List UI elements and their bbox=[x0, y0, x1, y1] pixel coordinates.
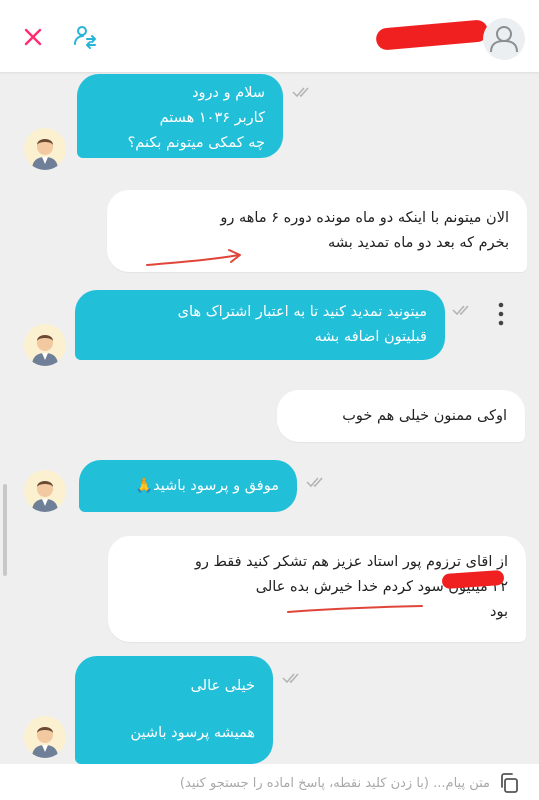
user-transfer-icon[interactable] bbox=[72, 24, 98, 50]
scrollbar[interactable] bbox=[3, 484, 7, 576]
message-line: موفق و پرسود باشید🙏 bbox=[135, 478, 279, 494]
message-line: الان میتونم با اینکه دو ماه مونده دوره ۶… bbox=[220, 210, 509, 226]
red-arrow-annotation bbox=[146, 249, 241, 266]
copy-icon[interactable] bbox=[498, 772, 520, 794]
message-line: چه کمکی میتونم بکنم؟ bbox=[127, 135, 265, 151]
message-line: خیلی عالی bbox=[190, 678, 255, 694]
user-avatar[interactable] bbox=[483, 18, 525, 60]
close-icon[interactable] bbox=[20, 24, 46, 50]
message-input[interactable] bbox=[60, 770, 490, 796]
double-check-icon bbox=[452, 305, 469, 316]
double-check-icon bbox=[282, 673, 299, 684]
message-line: اوکی ممنون خیلی هم خوب bbox=[342, 408, 507, 424]
message-list[interactable]: سلام و درود کاربر ۱۰۳۶ هستم چه کمکی میتو… bbox=[0, 72, 539, 764]
red-underline-annotation bbox=[287, 605, 423, 613]
agent-message: سلام و درود کاربر ۱۰۳۶ هستم چه کمکی میتو… bbox=[77, 74, 283, 158]
agent-avatar bbox=[24, 128, 66, 170]
agent-avatar bbox=[24, 716, 66, 758]
message-line: از اقای ترزوم پور استاد عزیز هم تشکر کنی… bbox=[194, 554, 508, 570]
agent-message: موفق و پرسود باشید🙏 bbox=[79, 460, 297, 512]
user-message: اوکی ممنون خیلی هم خوب bbox=[277, 390, 525, 442]
message-line: سلام و درود bbox=[192, 85, 265, 101]
more-options-icon[interactable] bbox=[494, 301, 508, 327]
message-line: قبلیتون اضافه بشه bbox=[314, 329, 427, 345]
message-line: کاربر ۱۰۳۶ هستم bbox=[159, 110, 265, 126]
agent-message: میتونید تمدید کنید تا به اعتبار اشتراک ه… bbox=[75, 290, 445, 360]
chat-header bbox=[0, 0, 539, 72]
message-line: همیشه پرسود باشین bbox=[130, 725, 255, 741]
message-composer bbox=[0, 764, 539, 800]
agent-avatar bbox=[24, 470, 66, 512]
message-line: میتونید تمدید کنید تا به اعتبار اشتراک ه… bbox=[177, 304, 427, 320]
redacted-username bbox=[375, 19, 489, 51]
user-message: از اقای ترزوم پور استاد عزیز هم تشکر کنی… bbox=[108, 536, 526, 642]
double-check-icon bbox=[292, 87, 309, 98]
user-avatar-icon bbox=[490, 26, 518, 53]
agent-avatar bbox=[24, 324, 66, 366]
agent-message: خیلی عالی همیشه پرسود باشین bbox=[75, 656, 273, 764]
double-check-icon bbox=[306, 477, 323, 488]
